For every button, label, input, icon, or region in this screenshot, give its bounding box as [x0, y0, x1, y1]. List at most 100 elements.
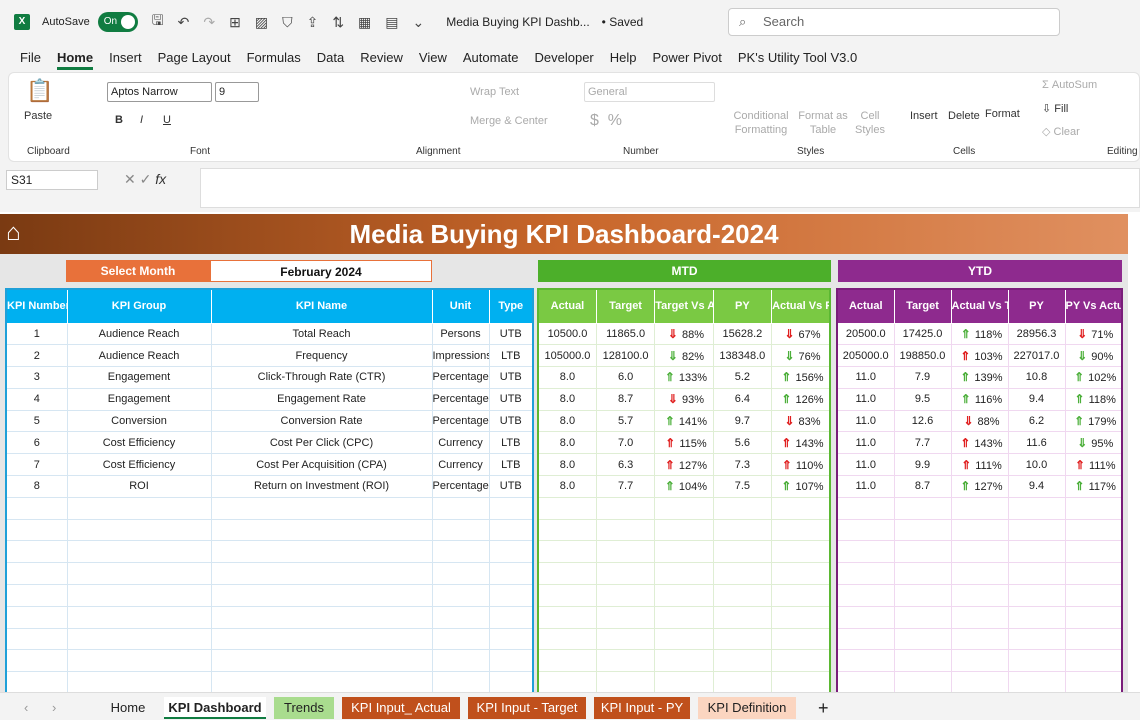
empty-cell: [771, 562, 831, 586]
sheet-tab-kpi-input-actual[interactable]: KPI Input_ Actual: [342, 697, 460, 719]
picture-icon[interactable]: ▨: [255, 14, 268, 31]
menu-tab-view[interactable]: View: [419, 46, 447, 70]
menu-tab-data[interactable]: Data: [317, 46, 344, 70]
menu-tab-review[interactable]: Review: [360, 46, 403, 70]
menu-tab-power-pivot[interactable]: Power Pivot: [653, 46, 722, 70]
conditional-formatting-button[interactable]: Conditional Formatting: [730, 109, 792, 137]
clear-button[interactable]: ◇ Clear: [1042, 125, 1080, 138]
empty-cell: [431, 649, 490, 673]
empty-cell: [836, 562, 895, 586]
autosave-toggle[interactable]: On: [97, 12, 138, 32]
mtd-target: 7.0: [595, 431, 656, 455]
table-icon[interactable]: ▦: [358, 14, 371, 31]
sheet-tab-kpi-dashboard[interactable]: KPI Dashboard: [164, 697, 266, 719]
empty-cell: [210, 562, 433, 586]
menu-tab-insert[interactable]: Insert: [109, 46, 142, 70]
mtd-table: ActualTargetTarget Vs ActualPYActual Vs …: [537, 288, 831, 695]
share-icon[interactable]: ⇪: [307, 14, 319, 31]
select-month-label: Select Month: [66, 260, 210, 282]
menu-tab-formulas[interactable]: Formulas: [247, 46, 301, 70]
arrow-down-icon: ⇓: [1077, 435, 1088, 450]
sheet-tab-trends[interactable]: Trends: [274, 697, 334, 719]
borders-icon[interactable]: ⊞: [229, 14, 241, 31]
ytd-py: 9.4: [1007, 387, 1066, 411]
empty-cell: [5, 562, 68, 586]
cancel-confirm-icons[interactable]: ✕ ✓ fx: [124, 171, 166, 188]
sheet-tab-kpi-definition[interactable]: KPI Definition: [698, 697, 796, 719]
empty-cell: [595, 496, 656, 520]
fx-icon[interactable]: fx: [155, 171, 166, 187]
menu-tab-pk-s-utility-tool-v3-0[interactable]: PK's Utility Tool V3.0: [738, 46, 857, 70]
arrow-down-icon: ⇓: [667, 348, 678, 363]
table-row: [537, 584, 831, 607]
filter-icon[interactable]: ⛉: [282, 14, 293, 31]
empty-cell: [488, 562, 534, 586]
add-sheet-button[interactable]: +: [808, 697, 839, 719]
column-header: PY: [712, 288, 773, 324]
table-row: [537, 671, 831, 695]
empty-cell: [654, 605, 714, 629]
kpi-unit: Percentage: [431, 366, 490, 389]
empty-cell: [488, 540, 534, 564]
table-row: 205000.0 198850.0 ⇑ 103% 227017.0 ⇓ 90%: [836, 344, 1123, 368]
wrap-text-button[interactable]: Wrap Text: [470, 86, 519, 98]
table-row: 6 Cost Efficiency Cost Per Click (CPC) Curr…: [5, 431, 534, 455]
empty-cell: [712, 649, 773, 673]
fill-button[interactable]: ⇩ Fill: [1042, 102, 1068, 115]
empty-cell: [654, 627, 714, 651]
customize-icon[interactable]: ⌄: [413, 14, 425, 31]
saved-status[interactable]: • Saved: [602, 15, 644, 29]
cell-styles-button[interactable]: Cell Styles: [850, 109, 890, 137]
kpi-number: 4: [5, 387, 68, 411]
font-size-select[interactable]: 9: [215, 82, 259, 102]
autosum-button[interactable]: Σ AutoSum: [1042, 79, 1097, 91]
ytd-target: 198850.0: [893, 344, 952, 368]
empty-cell: [654, 671, 714, 695]
kpi-name: Conversion Rate: [210, 409, 433, 433]
sheet-tab-kpi-input-py[interactable]: KPI Input - PY: [594, 697, 690, 719]
bold-button[interactable]: B: [115, 114, 123, 126]
delete-cells-button[interactable]: Delete: [948, 110, 980, 122]
menu-tab-automate[interactable]: Automate: [463, 46, 519, 70]
empty-cell: [488, 671, 534, 695]
format-as-table-button[interactable]: Format as Table: [796, 109, 850, 137]
table-row: 8.0 5.7 ⇑ 141% 9.7 ⇓ 83%: [537, 409, 831, 433]
formula-input[interactable]: [200, 168, 1140, 208]
scroll-right-icon[interactable]: ›: [42, 697, 66, 719]
name-box[interactable]: S31: [6, 170, 98, 190]
kpi-type: UTB: [488, 387, 534, 411]
redo-icon[interactable]: ↷: [203, 14, 215, 31]
sheet-tab-home[interactable]: Home: [100, 697, 156, 719]
percent-value: 83%: [798, 416, 821, 429]
undo-icon[interactable]: ↶: [178, 14, 190, 31]
menu-tab-page-layout[interactable]: Page Layout: [158, 46, 231, 70]
scroll-left-icon[interactable]: ‹: [14, 697, 38, 719]
percent-value: 93%: [681, 394, 704, 407]
sheet-tab-kpi-input-target[interactable]: KPI Input - Target: [468, 697, 586, 719]
sort-icon[interactable]: ⇅: [332, 14, 344, 31]
paste-button[interactable]: Paste: [24, 110, 52, 122]
format-cells-button[interactable]: Format: [985, 108, 1020, 120]
table-row: 11.0 9.9 ⇑ 111% 10.0 ⇑ 111%: [836, 453, 1123, 477]
menu-tab-developer[interactable]: Developer: [535, 46, 594, 70]
search-input[interactable]: ⌕ Search: [728, 8, 1060, 36]
menu-tab-home[interactable]: Home: [56, 46, 94, 70]
home-icon[interactable]: ⌂: [6, 220, 21, 246]
menu-tab-help[interactable]: Help: [610, 46, 637, 70]
arrow-up-icon: ⇑: [960, 370, 971, 385]
empty-cell: [836, 518, 895, 542]
font-group-label: Font: [190, 146, 211, 157]
save-icon[interactable]: 🖫: [152, 10, 164, 34]
calculator-icon[interactable]: ▤: [385, 14, 398, 31]
month-select[interactable]: February 2024: [210, 260, 432, 282]
currency-icon[interactable]: $ %: [590, 112, 622, 130]
font-name-select[interactable]: Aptos Narrow: [107, 82, 212, 102]
empty-cell: [595, 540, 656, 564]
underline-button[interactable]: U: [163, 114, 171, 126]
menu-tab-file[interactable]: File: [20, 46, 41, 70]
insert-cells-button[interactable]: Insert: [910, 110, 938, 122]
merge-center-button[interactable]: Merge & Center: [470, 115, 548, 127]
number-format-select[interactable]: General: [584, 82, 715, 102]
empty-cell: [431, 518, 490, 542]
italic-button[interactable]: I: [140, 114, 143, 126]
